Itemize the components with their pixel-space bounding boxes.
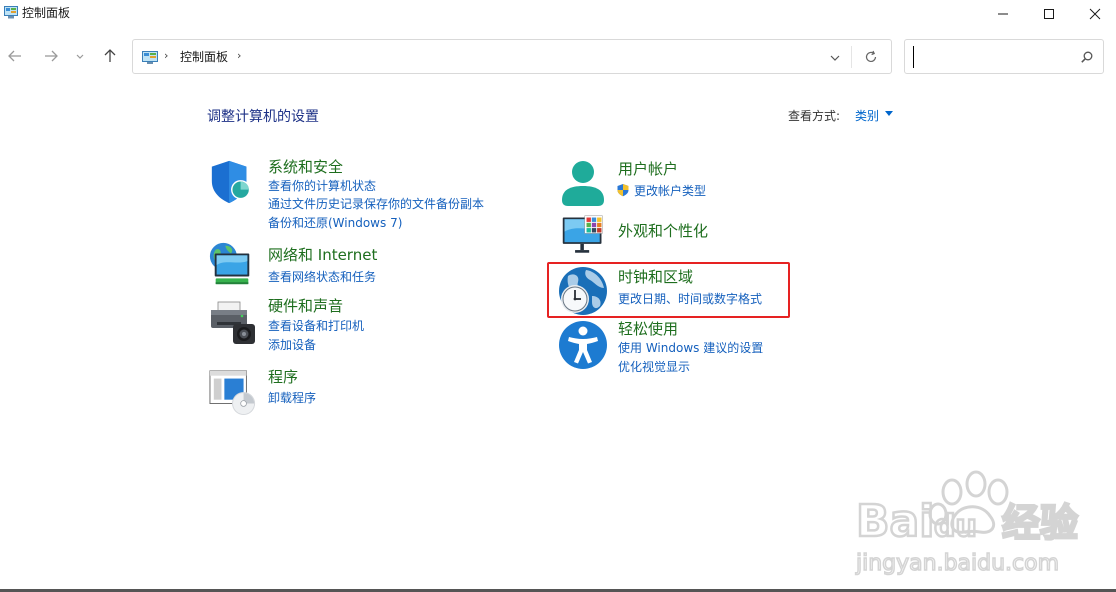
baidu-jingyan-watermark: Bai du 经验 jingyan.baidu.com [854,470,1079,577]
svg-text:Bai: Bai [856,496,934,547]
link-file-history-backup[interactable]: 通过文件历史记录保存你的文件备份副本 [268,197,484,211]
control-panel-icon [4,6,18,19]
category-title-programs[interactable]: 程序 [268,368,298,386]
up-arrow-icon[interactable] [99,46,121,66]
link-change-account-type[interactable]: 更改帐户类型 [634,184,706,198]
view-by-arrow-icon[interactable] [885,111,893,116]
link-devices-printers[interactable]: 查看设备和打印机 [268,319,364,333]
back-arrow-icon[interactable] [4,46,26,66]
search-box[interactable] [904,39,1104,74]
close-icon [1089,8,1101,20]
category-title-appearance-personalization[interactable]: 外观和个性化 [618,222,708,240]
link-optimize-visual-display[interactable]: 优化视觉显示 [618,360,690,374]
refresh-icon[interactable] [863,49,879,65]
window-title: 控制面板 [22,6,71,20]
address-divider [851,46,852,68]
monitor-palette-icon[interactable] [558,214,608,258]
breadcrumb-control-panel[interactable]: 控制面板 [180,48,228,65]
shield-icon[interactable] [208,158,256,206]
link-view-computer-status[interactable]: 查看你的计算机状态 [268,179,376,193]
link-add-device[interactable]: 添加设备 [268,338,316,352]
category-title-network-internet[interactable]: 网络和 Internet [268,246,377,264]
user-icon[interactable] [558,158,608,208]
svg-text:经验: 经验 [1002,501,1078,545]
title-bar: 控制面板 [0,0,1116,28]
program-disc-icon[interactable] [208,368,258,416]
category-title-user-accounts[interactable]: 用户帐户 [618,160,678,178]
highlight-annotation-box [547,262,790,318]
control-panel-icon [142,51,158,64]
breadcrumb-separator[interactable]: › [164,49,168,62]
svg-text:jingyan.baidu.com: jingyan.baidu.com [855,551,1059,576]
svg-text:du: du [934,509,977,544]
search-input[interactable] [913,46,1073,68]
view-by-dropdown[interactable]: 类别 [855,107,879,124]
link-uninstall-program[interactable]: 卸载程序 [268,391,316,405]
recent-locations-chevron-icon[interactable] [72,46,88,66]
address-bar[interactable]: › 控制面板 › [132,39,892,74]
close-button[interactable] [1072,0,1116,28]
forward-arrow-icon[interactable] [40,46,62,66]
printer-icon[interactable] [208,298,258,348]
page-title: 调整计算机的设置 [207,109,319,125]
link-network-status-tasks[interactable]: 查看网络状态和任务 [268,270,376,284]
link-backup-restore[interactable]: 备份和还原(Windows 7) [268,216,402,230]
minimize-button[interactable] [980,0,1026,28]
minimize-icon [998,13,1008,15]
category-title-hardware-sound[interactable]: 硬件和声音 [268,297,343,315]
chevron-down-icon[interactable] [827,50,843,66]
link-windows-recommended-settings[interactable]: 使用 Windows 建议的设置 [618,341,763,355]
category-title-system-security[interactable]: 系统和安全 [268,158,343,176]
maximize-icon [1044,9,1054,19]
accessibility-icon[interactable] [558,320,608,370]
uac-shield-icon [617,184,629,197]
maximize-button[interactable] [1026,0,1072,28]
category-title-ease-of-access[interactable]: 轻松使用 [618,320,678,338]
breadcrumb-separator[interactable]: › [237,49,241,62]
view-by-label: 查看方式: [788,109,841,123]
globe-monitor-icon[interactable] [208,240,256,288]
search-icon[interactable] [1080,50,1094,64]
